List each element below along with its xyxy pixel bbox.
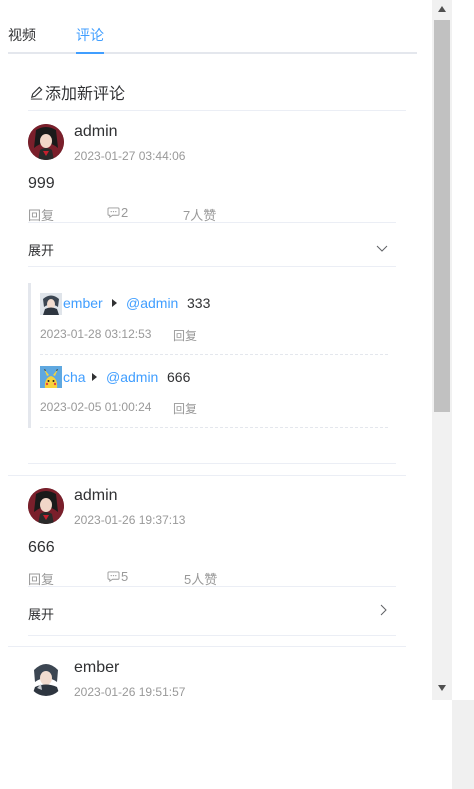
comment-content: 666 [28, 539, 55, 556]
avatar[interactable] [28, 488, 64, 524]
divider [28, 266, 396, 267]
comment-bubble-icon [107, 207, 120, 218]
reply-thread-bar [28, 283, 31, 428]
avatar[interactable] [40, 366, 62, 388]
divider [28, 635, 396, 636]
comment-username[interactable]: admin [74, 487, 118, 505]
reply-button[interactable]: 回复 [173, 327, 197, 344]
divider [28, 110, 406, 111]
reply-timestamp: 2023-01-28 03:12:53 [40, 327, 152, 341]
expand-toggle[interactable]: 展开 [28, 240, 54, 259]
reply-count-button[interactable]: 2 [107, 205, 128, 220]
expand-toggle[interactable]: 展开 [28, 604, 54, 623]
comment-username[interactable]: ember [74, 659, 119, 677]
reply-username[interactable]: ember [63, 295, 103, 311]
reply-divider [40, 354, 388, 355]
reply-count: 5 [121, 569, 129, 584]
add-comment-button[interactable]: 添加新评论 [29, 80, 125, 104]
tab-video[interactable]: 视频 [8, 26, 36, 44]
reply-content: 333 [187, 295, 211, 311]
reply-mention[interactable]: @admin [106, 369, 158, 385]
avatar[interactable] [28, 660, 64, 696]
ember-avatar-icon [28, 660, 64, 696]
comment-username[interactable]: admin [74, 123, 118, 141]
avatar[interactable] [28, 124, 64, 160]
comment-bubble-icon [107, 571, 120, 582]
comment-timestamp: 2023-01-26 19:51:57 [74, 685, 186, 699]
tab-comments[interactable]: 评论 [76, 26, 104, 44]
divider [28, 222, 396, 223]
comment-timestamp: 2023-01-27 03:44:06 [74, 149, 186, 163]
scroll-up-arrow-icon[interactable] [438, 6, 446, 12]
window-gutter [452, 700, 474, 789]
reply-content: 666 [167, 369, 191, 385]
caret-right-icon [112, 299, 117, 307]
reply-button[interactable]: 回复 [173, 400, 197, 417]
chevron-down-icon[interactable] [376, 242, 388, 254]
ember-avatar-icon [40, 293, 62, 315]
avatar[interactable] [40, 293, 62, 315]
pen-icon [30, 86, 43, 100]
divider [28, 463, 396, 464]
admin-avatar-icon [28, 124, 64, 160]
reply-mention[interactable]: @admin [126, 295, 178, 311]
scrollbar-thumb[interactable] [434, 20, 450, 412]
divider [8, 646, 406, 647]
reply-count-button[interactable]: 5 [107, 569, 128, 584]
caret-right-icon [92, 373, 97, 381]
reply-divider [40, 427, 388, 428]
active-tab-indicator [76, 52, 104, 54]
reply-timestamp: 2023-02-05 01:00:24 [40, 400, 152, 414]
comment-timestamp: 2023-01-26 19:37:13 [74, 513, 186, 527]
admin-avatar-icon [28, 488, 64, 524]
divider [28, 586, 396, 587]
chevron-right-icon[interactable] [377, 604, 389, 616]
reply-username[interactable]: cha [63, 369, 86, 385]
add-comment-label: 添加新评论 [45, 86, 126, 103]
comment-content: 999 [28, 175, 55, 192]
reply-count: 2 [121, 205, 129, 220]
tab-bar: 视频 评论 [8, 22, 417, 54]
scroll-down-arrow-icon[interactable] [438, 685, 446, 691]
divider [8, 475, 406, 476]
cha-avatar-icon [40, 366, 62, 388]
